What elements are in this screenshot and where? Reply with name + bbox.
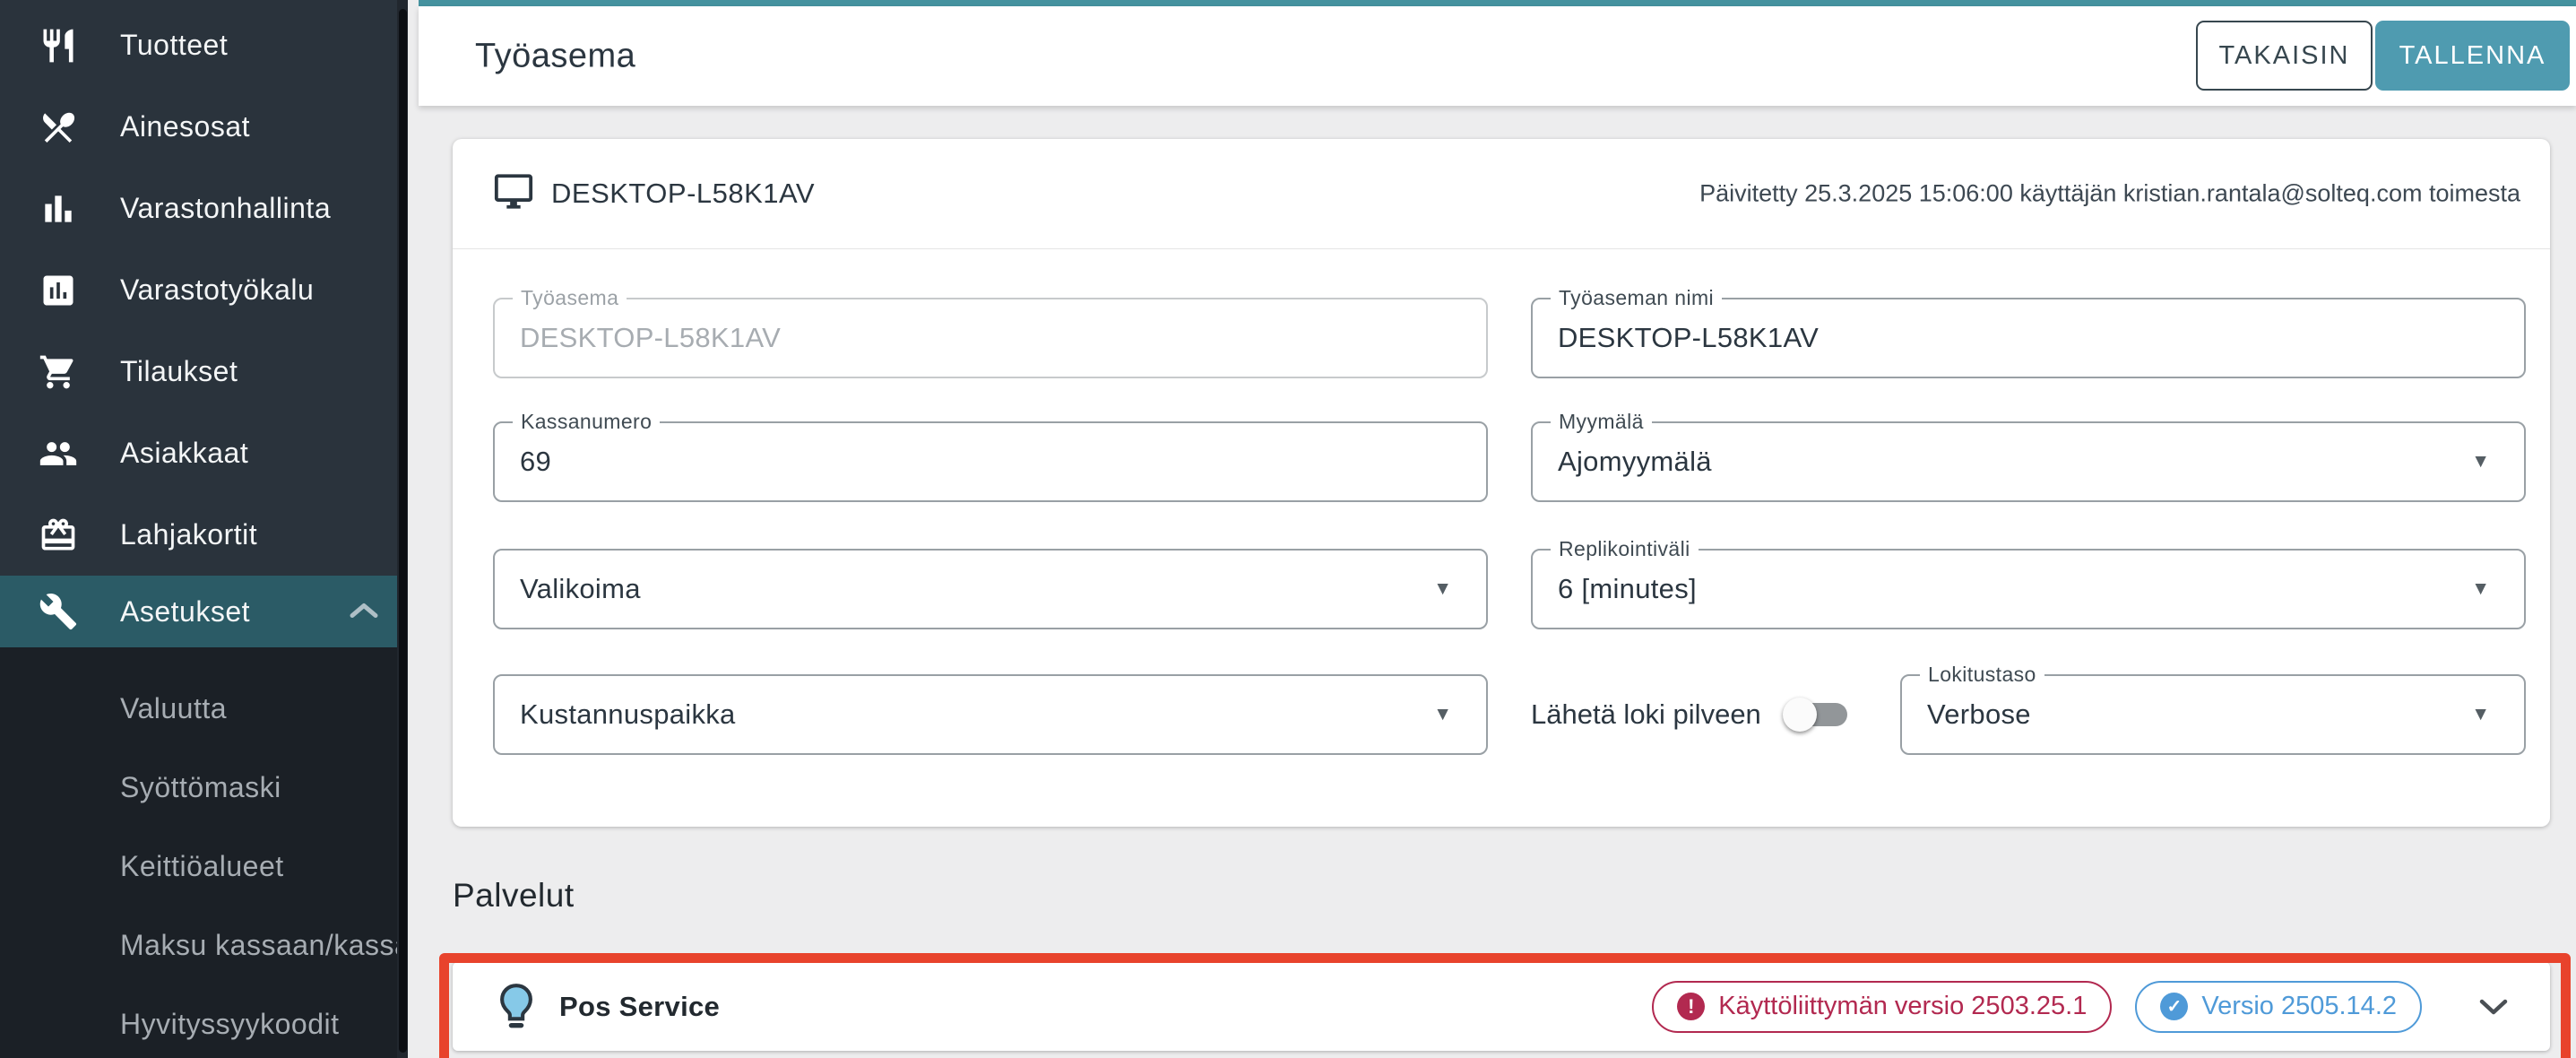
workstation-name-field[interactable]: Työaseman nimi DESKTOP-L58K1AV: [1531, 298, 2526, 378]
dropdown-arrow-icon: ▼: [1433, 704, 1452, 725]
back-button[interactable]: TAKAISIN: [2196, 21, 2373, 91]
service-name: Pos Service: [559, 991, 720, 1023]
sidebar-item-hyvityssyykoodit[interactable]: Hyvityssyykoodit: [0, 984, 408, 1058]
sidebar-item-ainesosat[interactable]: Ainesosat: [0, 86, 408, 168]
field-label: Replikointiväli: [1551, 537, 1699, 561]
dropdown-arrow-icon: ▼: [2471, 704, 2490, 725]
sidebar-item-valuutta[interactable]: Valuutta: [0, 669, 408, 748]
page-header: Työasema TAKAISIN TALLENNA: [419, 6, 2576, 106]
sidebar-item-label: Tilaukset: [120, 355, 238, 388]
wrench-icon: [38, 591, 79, 632]
cart-icon: [38, 351, 79, 393]
service-badges: ! Käyttöliittymän versio 2503.25.1 ✓ Ver…: [1652, 981, 2510, 1033]
field-value: 6 [minutes]: [1558, 573, 1697, 605]
sidebar-item-label: Varastotyökalu: [120, 273, 314, 307]
sidebar-item-maksu-kassaan[interactable]: Maksu kassaan/kassa: [0, 906, 408, 984]
field-value: Verbose: [1927, 698, 2031, 731]
workstation-card-header: DESKTOP-L58K1AV Päivitetty 25.3.2025 15:…: [453, 139, 2550, 249]
error-icon: !: [1677, 993, 1705, 1020]
replication-interval-select[interactable]: Replikointiväli 6 [minutes] ▼: [1531, 549, 2526, 629]
sidebar-item-label: Lahjakortit: [120, 518, 257, 551]
sub-item-label: Keittiöalueet: [120, 850, 284, 883]
assortment-select[interactable]: Valikoima ▼: [493, 549, 1488, 629]
page-title: Työasema: [475, 37, 635, 75]
sidebar-item-tuotteet[interactable]: Tuotteet: [0, 4, 408, 86]
workstation-card: DESKTOP-L58K1AV Päivitetty 25.3.2025 15:…: [453, 139, 2550, 827]
field-label: Lokitustaso: [1920, 663, 2044, 687]
send-log-label: Lähetä loki pilveen: [1531, 698, 1761, 731]
field-value: DESKTOP-L58K1AV: [1558, 322, 1819, 354]
version-badge[interactable]: ✓ Versio 2505.14.2: [2135, 981, 2422, 1033]
register-number-field[interactable]: Kassanumero 69: [493, 421, 1488, 502]
services-heading: Palvelut: [453, 877, 575, 915]
field-value: Ajomyymälä: [1558, 446, 1712, 478]
check-icon: ✓: [2160, 993, 2188, 1020]
sub-item-label: Valuutta: [120, 692, 227, 725]
settings-submenu: Valuutta Syöttömaski Keittiöalueet Maksu…: [0, 647, 408, 1058]
sidebar-item-syottomaski[interactable]: Syöttömaski: [0, 748, 408, 827]
sidebar-item-varastotyokalu[interactable]: Varastotyökalu: [0, 249, 408, 331]
main-area: Työasema TAKAISIN TALLENNA DESKTOP-L58K1…: [419, 0, 2576, 1058]
sidebar-item-label: Asiakkaat: [120, 437, 248, 470]
assessment-icon: [38, 270, 79, 311]
dropdown-arrow-icon: ▼: [2471, 578, 2490, 600]
lightbulb-icon: [497, 983, 535, 1031]
sidebar-item-label: Asetukset: [120, 595, 250, 629]
ingredients-icon: [38, 107, 79, 148]
toggle-thumb: [1783, 698, 1817, 732]
log-level-select[interactable]: Lokitustaso Verbose ▼: [1900, 674, 2526, 755]
dropdown-arrow-icon: ▼: [1433, 578, 1452, 600]
save-button[interactable]: TALLENNA: [2375, 21, 2570, 91]
field-label: Työasema: [513, 286, 627, 310]
chevron-down-icon[interactable]: [2477, 996, 2510, 1018]
people-icon: [38, 433, 79, 474]
sidebar-item-lahjakortit[interactable]: Lahjakortit: [0, 494, 408, 576]
top-accent-bar: [419, 0, 2576, 6]
monitor-icon: [493, 171, 534, 217]
sidebar-item-label: Varastonhallinta: [120, 192, 331, 225]
updated-info: Päivitetty 25.3.2025 15:06:00 käyttäjän …: [1699, 180, 2520, 208]
field-value: Kustannuspaikka: [520, 698, 736, 731]
send-log-toggle[interactable]: [1786, 698, 1849, 732]
device-name: DESKTOP-L58K1AV: [551, 178, 815, 210]
dropdown-arrow-icon: ▼: [2471, 451, 2490, 473]
field-label: Työaseman nimi: [1551, 286, 1722, 310]
ui-version-badge[interactable]: ! Käyttöliittymän versio 2503.25.1: [1652, 981, 2112, 1033]
sidebar-scrollbar-track[interactable]: [397, 0, 408, 1058]
store-select[interactable]: Myymälä Ajomyymälä ▼: [1531, 421, 2526, 502]
sidebar-item-asetukset[interactable]: Asetukset: [0, 576, 408, 647]
sidebar-item-asiakkaat[interactable]: Asiakkaat: [0, 412, 408, 494]
field-label: Myymälä: [1551, 410, 1652, 434]
sidebar-scrollbar-thumb[interactable]: [399, 9, 407, 1053]
bar-chart-icon: [38, 188, 79, 230]
sub-item-label: Syöttömaski: [120, 771, 281, 804]
sidebar: Tuotteet Ainesosat Varastonhallinta Vara…: [0, 0, 408, 1058]
field-label: Kassanumero: [513, 410, 660, 434]
sidebar-item-label: Ainesosat: [120, 110, 250, 143]
field-value: DESKTOP-L58K1AV: [520, 322, 781, 354]
chevron-up-icon: [349, 595, 379, 629]
field-value: 69: [520, 446, 551, 478]
sidebar-item-varastonhallinta[interactable]: Varastonhallinta: [0, 168, 408, 249]
sub-item-label: Maksu kassaan/kassa: [120, 929, 408, 962]
cost-center-select[interactable]: Kustannuspaikka ▼: [493, 674, 1488, 755]
pos-service-row[interactable]: Pos Service ! Käyttöliittymän versio 250…: [453, 962, 2550, 1051]
sidebar-item-label: Tuotteet: [120, 29, 228, 62]
version-text: Versio 2505.14.2: [2201, 992, 2397, 1021]
sidebar-item-tilaukset[interactable]: Tilaukset: [0, 331, 408, 412]
sidebar-item-keittioalueet[interactable]: Keittiöalueet: [0, 827, 408, 906]
sub-item-label: Hyvityssyykoodit: [120, 1008, 340, 1041]
ui-version-text: Käyttöliittymän versio 2503.25.1: [1718, 992, 2087, 1021]
restaurant-icon: [38, 25, 79, 66]
gift-icon: [38, 515, 79, 556]
field-value: Valikoima: [520, 573, 641, 605]
workstation-field: Työasema DESKTOP-L58K1AV: [493, 298, 1488, 378]
